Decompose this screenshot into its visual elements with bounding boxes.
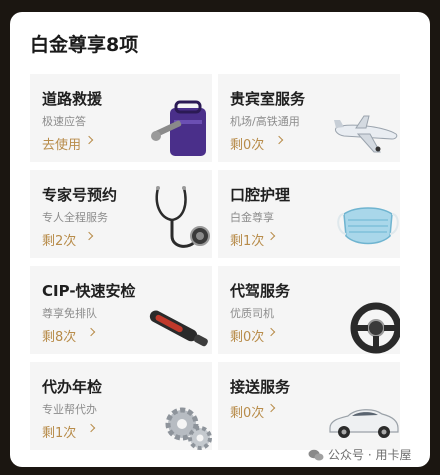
service-tile-designated-driver[interactable]: 代驾服务 优质司机 剩0次 <box>218 266 400 354</box>
service-desc: 尊享免排队 <box>42 307 97 320</box>
benefits-card: 白金尊享8项 道路救援 极速应答 去使用 贵宾室服务 机场/高铁通用 剩0次 专… <box>10 12 430 467</box>
service-desc: 白金尊享 <box>230 211 274 224</box>
service-status[interactable]: 剩8次 <box>42 326 76 345</box>
gears-icon <box>165 407 212 450</box>
chevron-right-icon <box>266 231 276 241</box>
service-tile-vip-lounge[interactable]: 贵宾室服务 机场/高铁通用 剩0次 <box>218 74 400 162</box>
stethoscope-icon <box>155 186 210 248</box>
chevron-right-icon <box>266 327 276 337</box>
service-status[interactable]: 剩0次 <box>230 326 264 345</box>
car-icon <box>329 409 399 438</box>
service-tile-pickup-service[interactable]: 接送服务 剩0次 <box>218 362 400 450</box>
service-name: 贵宾室服务 <box>230 90 306 108</box>
tools-bag-icon <box>151 100 206 156</box>
airplane-icon <box>334 115 398 153</box>
service-status[interactable]: 剩2次 <box>42 230 76 249</box>
face-mask-icon <box>337 207 399 245</box>
service-status[interactable]: 剩1次 <box>230 230 264 249</box>
service-status[interactable]: 剩1次 <box>42 422 76 441</box>
service-tile-cip-security[interactable]: CIP-快速安检 尊享免排队 剩8次 <box>30 266 212 354</box>
service-name: 接送服务 <box>230 378 291 396</box>
chevron-right-icon <box>86 327 96 337</box>
service-name: 代办年检 <box>42 378 103 396</box>
service-tile-expert-appointment[interactable]: 专家号预约 专人全程服务 剩2次 <box>30 170 212 258</box>
service-status[interactable]: 去使用 <box>42 134 81 153</box>
service-desc: 专业帮代办 <box>42 403 97 416</box>
service-desc: 优质司机 <box>230 307 274 320</box>
wechat-icon <box>308 449 324 460</box>
service-desc: 极速应答 <box>42 115 86 128</box>
service-status[interactable]: 剩0次 <box>230 402 264 421</box>
service-name: 代驾服务 <box>230 282 291 300</box>
watermark: 公众号 · 用卡屋 <box>308 446 411 463</box>
steering-wheel-icon <box>350 302 400 354</box>
service-name: CIP-快速安检 <box>42 282 136 300</box>
watermark-text: 公众号 · 用卡屋 <box>328 448 412 462</box>
chevron-right-icon <box>274 135 284 145</box>
service-name: 道路救援 <box>42 90 103 108</box>
chevron-right-icon <box>84 135 94 145</box>
service-tile-road-rescue[interactable]: 道路救援 极速应答 去使用 <box>30 74 212 162</box>
chevron-right-icon <box>84 231 94 241</box>
chevron-right-icon <box>266 403 276 413</box>
service-desc: 机场/高铁通用 <box>230 115 300 128</box>
metal-detector-icon <box>149 310 208 347</box>
service-status[interactable]: 剩0次 <box>230 134 264 153</box>
card-title: 白金尊享8项 <box>30 34 139 56</box>
service-tile-dental-care[interactable]: 口腔护理 白金尊享 剩1次 <box>218 170 400 258</box>
service-desc: 专人全程服务 <box>42 211 108 224</box>
service-name: 口腔护理 <box>230 186 291 204</box>
chevron-right-icon <box>86 423 96 433</box>
service-name: 专家号预约 <box>42 186 118 204</box>
service-tile-annual-inspection[interactable]: 代办年检 专业帮代办 剩1次 <box>30 362 212 450</box>
